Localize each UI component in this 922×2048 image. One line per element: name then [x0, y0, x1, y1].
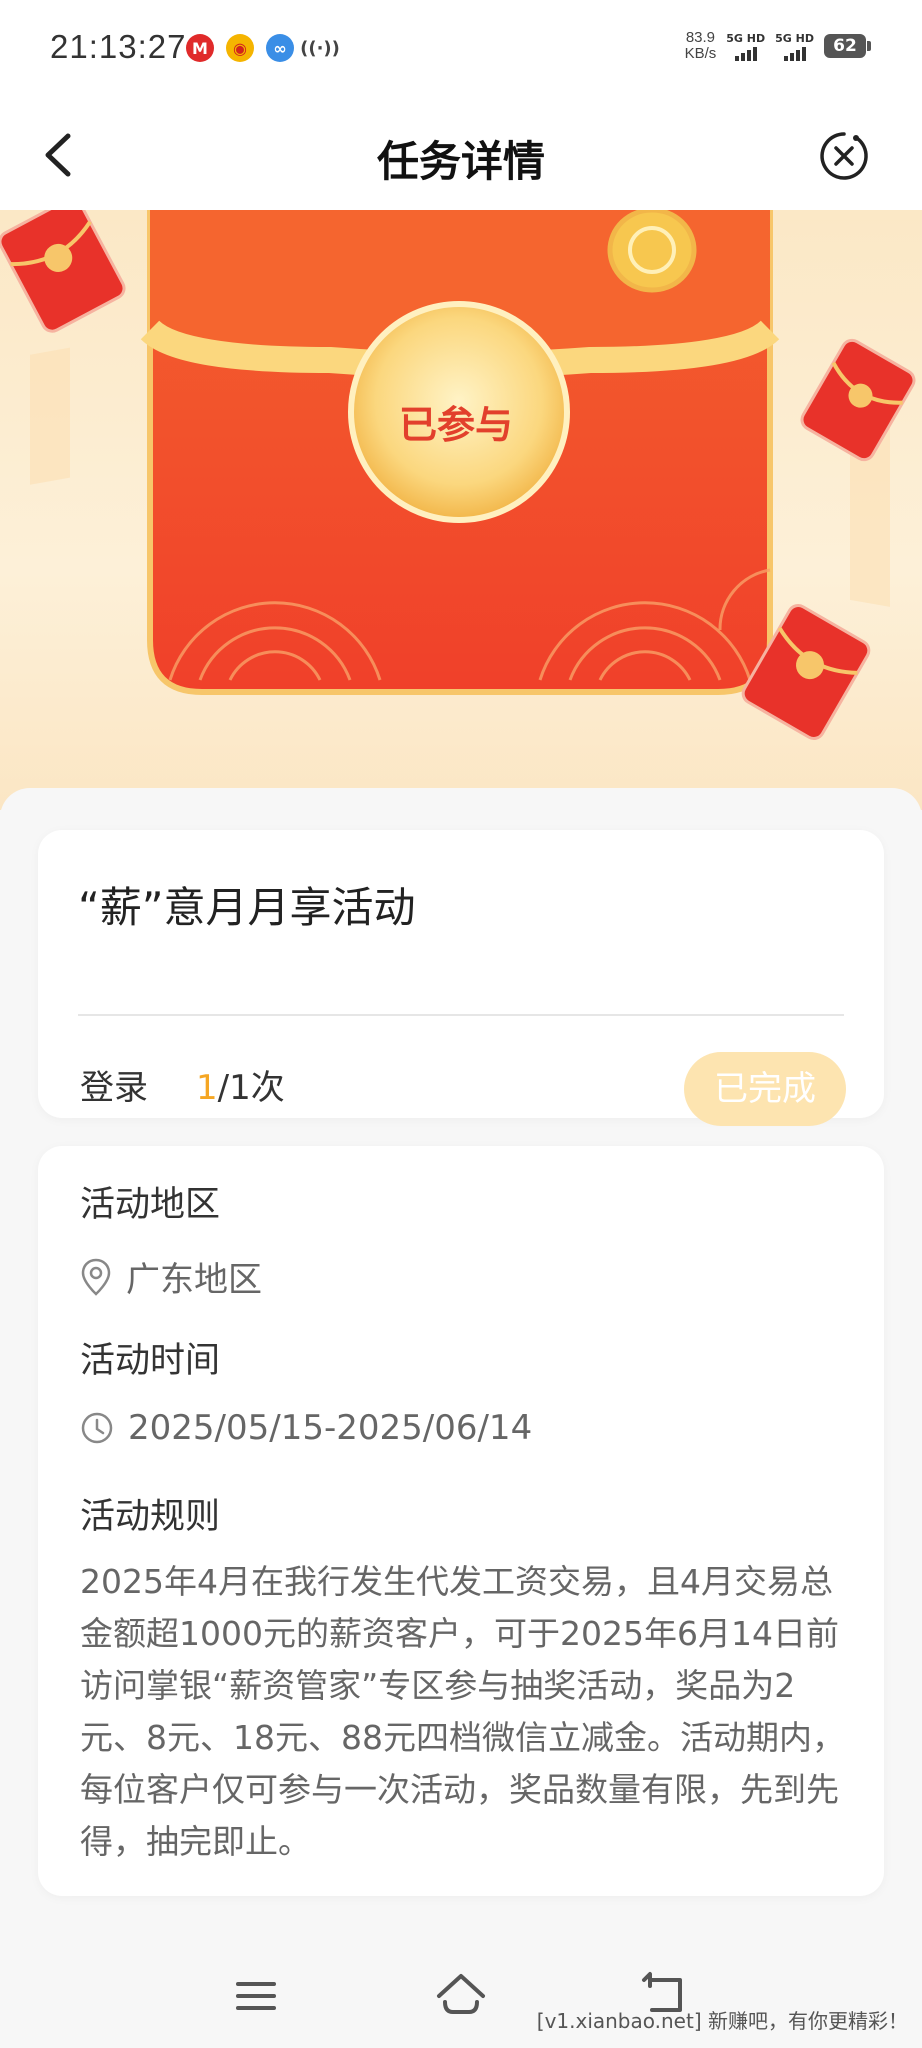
net-speed: 83.9 KB/s — [684, 29, 717, 62]
task-title: “薪”意月月享活动 — [78, 883, 416, 932]
task-progress: 1/1次 — [196, 1060, 285, 1109]
progress-total: /1次 — [217, 1068, 285, 1108]
rules-text: 2025年4月在我行发生代发工资交易，且4月交易总金额超1000元的薪资客户，可… — [80, 1562, 845, 1861]
region-row: 广东地区 — [80, 1252, 262, 1301]
task-card: “薪”意月月享活动 登录 1/1次 已完成 — [38, 830, 884, 1126]
content-sheet: “薪”意月月享活动 登录 1/1次 已完成 活动地区 广东地区 活动时间 202… — [0, 788, 922, 1968]
location-pin-icon — [81, 1258, 111, 1296]
task-action-label: 登录 — [80, 1068, 148, 1108]
app-icon: ∞ — [266, 34, 294, 62]
hotspot-icon: ((·)) — [300, 37, 340, 59]
signal-sim2: 5G HD — [775, 32, 814, 61]
close-button[interactable] — [818, 130, 870, 182]
clock-icon — [81, 1412, 113, 1444]
progress-current: 1 — [196, 1068, 218, 1108]
signal-bars-icon — [783, 46, 806, 61]
page-title: 任务详情 — [376, 137, 545, 186]
signal-bars-icon — [734, 46, 757, 61]
watermark: [v1.xianbao.net] 新赚吧，有你更精彩！ — [536, 2009, 908, 2033]
time-value: 2025/05/15-2025/06/14 — [128, 1408, 533, 1448]
time-title: 活动时间 — [80, 1341, 221, 1381]
region-title: 活动地区 — [80, 1185, 221, 1225]
rules-title: 活动规则 — [80, 1497, 221, 1537]
weibo-icon: ◉ — [226, 34, 254, 62]
system-nav-bar: [v1.xianbao.net] 新赚吧，有你更精彩！ — [0, 1940, 922, 2048]
home-button[interactable] — [431, 1966, 491, 2026]
nav-header: 任务详情 — [0, 100, 922, 210]
red-envelope-banner: 已参与 — [0, 210, 922, 810]
status-right: 83.9 KB/s 5G HD 5G HD 62 — [684, 29, 871, 62]
time-row: 2025/05/15-2025/06/14 — [80, 1408, 532, 1448]
red-envelope-illustration — [0, 210, 916, 740]
notification-icons: M ◉ ∞ ((·)) — [186, 34, 340, 62]
region-value: 广东地区 — [126, 1260, 262, 1300]
completed-button[interactable]: 已完成 — [684, 1052, 846, 1126]
activity-info-card: 活动地区 广东地区 活动时间 2025/05/15-2025/06/14 活动规… — [38, 1146, 884, 1896]
metro-icon: M — [186, 34, 214, 62]
status-time: 21:13:27 — [50, 28, 187, 65]
close-circle-icon — [820, 132, 868, 180]
status-bar: 21:13:27 M ◉ ∞ ((·)) 83.9 KB/s 5G HD 5G … — [0, 0, 922, 100]
menu-icon — [236, 1982, 276, 2010]
divider — [78, 1014, 844, 1016]
joined-status-label: 已参与 — [398, 403, 513, 447]
signal-sim1: 5G HD — [726, 32, 765, 61]
home-icon — [437, 1974, 485, 2014]
battery-indicator: 62 — [824, 34, 871, 58]
menu-button[interactable] — [226, 1966, 286, 2026]
